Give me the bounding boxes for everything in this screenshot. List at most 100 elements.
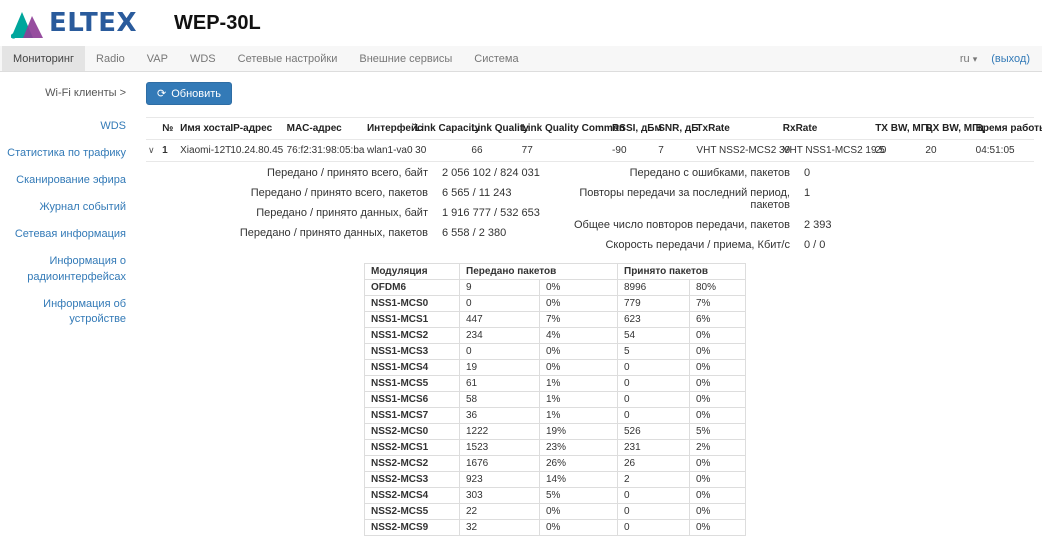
tx-percent: 26% [540,456,618,472]
nav-tab-network-settings[interactable]: Сетевые настройки [227,46,349,71]
tx-percent: 1% [540,376,618,392]
stat-row: Передано с ошибками, пакетов 0 [558,167,832,179]
clients-header-cell: IP-адрес [228,118,284,140]
rx-percent: 0% [690,456,746,472]
rx-count: 0 [618,408,690,424]
clients-header-cell: SNR, дБ [656,118,694,140]
stat-value: 0 / 0 [804,239,825,251]
tx-percent: 14% [540,472,618,488]
rx-count: 526 [618,424,690,440]
nav-tab-system[interactable]: Система [463,46,529,71]
caret-down-icon: ▾ [973,54,978,64]
page: ELTEX WEP-30L Мониторинг Radio VAP WDS С… [0,0,1042,536]
clients-header-cell: Link Capacity [413,118,469,140]
device-title: WEP-30L [174,12,261,35]
tx-percent: 0% [540,504,618,520]
stat-label: Повторы передачи за последний период, па… [558,187,790,211]
nav-tab-radio[interactable]: Radio [85,46,136,71]
rx-percent: 0% [690,360,746,376]
modulation-row: NSS1-MCS3 0 0% 5 0% [365,344,746,360]
main-nav: Мониторинг Radio VAP WDS Сетевые настрой… [0,46,1042,72]
tx-packets-column-header: Передано пакетов [460,264,618,280]
modulation-name: NSS2-MCS9 [365,520,460,536]
modulation-row: NSS1-MCS1 447 7% 623 6% [365,312,746,328]
modulation-name: NSS1-MCS0 [365,296,460,312]
nav-tab-wds[interactable]: WDS [179,46,227,71]
modulation-table: Модуляция Передано пакетов Принято пакет… [364,263,746,536]
client-detail-stats: Передано / принято всего, байт 2 056 102… [146,167,1034,259]
rx-percent: 6% [690,312,746,328]
modulation-name: NSS2-MCS0 [365,424,460,440]
modulation-row: NSS2-MCS9 32 0% 0 0% [365,520,746,536]
nav-tab-monitoring[interactable]: Мониторинг [2,46,85,71]
stat-label: Передано с ошибками, пакетов [558,167,790,179]
stat-row: Передано / принято всего, пакетов 6 565 … [146,187,558,199]
modulation-row: NSS2-MCS4 303 5% 0 0% [365,488,746,504]
rx-packets-column-header: Принято пакетов [618,264,746,280]
modulation-name: OFDM6 [365,280,460,296]
stat-value: 1 916 777 / 532 653 [442,207,540,219]
rx-percent: 0% [690,376,746,392]
nav-tab-vap[interactable]: VAP [136,46,179,71]
refresh-button[interactable]: ⟳ Обновить [146,82,232,105]
tx-count: 234 [460,328,540,344]
tx-count: 447 [460,312,540,328]
client-ip: 10.24.80.45 [228,140,284,162]
clients-header-cell: № [160,118,178,140]
rx-count: 0 [618,520,690,536]
tx-count: 32 [460,520,540,536]
modulation-name: NSS2-MCS1 [365,440,460,456]
modulation-name: NSS2-MCS2 [365,456,460,472]
tx-count: 36 [460,408,540,424]
tx-percent: 1% [540,392,618,408]
rx-percent: 80% [690,280,746,296]
sidebar-item-air-scan[interactable]: Сканирование эфира [0,173,126,189]
eltex-logo[interactable]: ELTEX [10,7,148,39]
rx-percent: 0% [690,504,746,520]
rx-percent: 0% [690,344,746,360]
clients-header-cell: Время работы [974,118,1034,140]
eltex-logo-mark [10,7,46,39]
eltex-logo-text: ELTEX [49,8,137,38]
modulation-name: NSS2-MCS5 [365,504,460,520]
sidebar-item-device-info[interactable]: Информация об устройстве [0,297,126,329]
collapse-row-icon[interactable]: ∨ [146,140,160,162]
nav-tab-external-services[interactable]: Внешние сервисы [348,46,463,71]
modulation-row: NSS1-MCS0 0 0% 779 7% [365,296,746,312]
sidebar-item-traffic-stats[interactable]: Статистика по трафику [0,146,126,162]
modulation-row: NSS1-MCS5 61 1% 0 0% [365,376,746,392]
tx-count: 923 [460,472,540,488]
modulation-name: NSS1-MCS6 [365,392,460,408]
modulation-name: NSS1-MCS4 [365,360,460,376]
rx-count: 0 [618,376,690,392]
clients-header-cell: RX BW, МГц [923,118,973,140]
stat-row: Передано / принято данных, пакетов 6 558… [146,227,558,239]
stats-column-right: Передано с ошибками, пакетов 0 Повторы п… [558,167,832,259]
logout-link[interactable]: (выход) [991,46,1030,72]
clients-header-cell: RSSI, дБм [610,118,656,140]
tx-count: 1222 [460,424,540,440]
stat-row: Передано / принято данных, байт 1 916 77… [146,207,558,219]
client-link-quality: 66 [469,140,519,162]
sidebar-item-radio-interfaces-info[interactable]: Информация о радиоинтерфейсах [0,254,126,286]
sidebar-item-wifi-clients[interactable]: Wi-Fi клиенты > [0,86,126,102]
stat-value: 2 056 102 / 824 031 [442,167,540,179]
modulation-row: NSS1-MCS7 36 1% 0 0% [365,408,746,424]
tx-percent: 7% [540,312,618,328]
content-area: ⟳ Обновить №Имя хостаIP-адресMAC-адресИн… [132,72,1042,536]
tx-count: 303 [460,488,540,504]
client-number: 1 [160,140,178,162]
clients-header-row: №Имя хостаIP-адресMAC-адресИнтерфейсLink… [146,118,1034,140]
sidebar-item-network-info[interactable]: Сетевая информация [0,227,126,243]
sidebar-item-event-log[interactable]: Журнал событий [0,200,126,216]
language-dropdown[interactable]: ru ▾ [960,46,977,72]
rx-percent: 0% [690,488,746,504]
modulation-row: NSS2-MCS2 1676 26% 26 0% [365,456,746,472]
rx-count: 0 [618,504,690,520]
main-area: Wi-Fi клиенты > WDS Статистика по трафик… [0,72,1042,536]
tx-percent: 0% [540,296,618,312]
modulation-header-row: Модуляция Передано пакетов Принято пакет… [365,264,746,280]
rx-percent: 0% [690,408,746,424]
rx-percent: 0% [690,392,746,408]
sidebar-item-wds[interactable]: WDS [0,119,126,135]
